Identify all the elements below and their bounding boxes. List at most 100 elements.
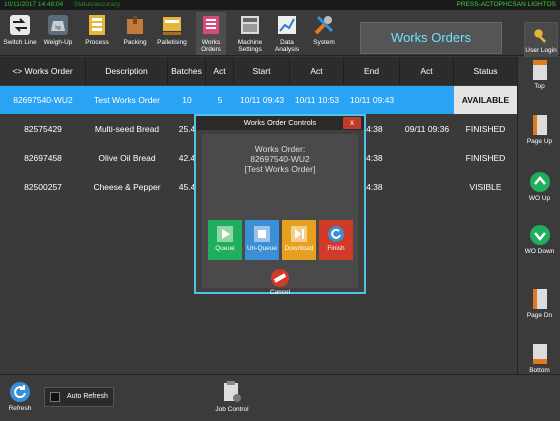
page-up-button[interactable]: Page Up xyxy=(518,114,560,145)
wo-down-label: WO Down xyxy=(524,248,555,255)
cell-description: Olive Oil Bread xyxy=(98,152,156,163)
palletising-button[interactable]: Palletising xyxy=(154,12,190,55)
cancel-button[interactable]: Cancel xyxy=(264,268,296,296)
switch-line-button[interactable]: Switch Line xyxy=(2,12,38,55)
key-icon xyxy=(534,29,547,43)
process-label: Process xyxy=(85,39,109,46)
works-orders-label: Works Orders xyxy=(201,39,221,53)
header-description[interactable]: Description xyxy=(86,57,168,85)
works-order-controls-dialog: Works Order Controls x Works Order: 8269… xyxy=(194,114,366,296)
cell-status: VISIBLE xyxy=(469,181,502,192)
system-button[interactable]: System xyxy=(306,12,342,55)
cell-order: 82697458 xyxy=(24,152,62,163)
works-orders-button[interactable]: Works Orders xyxy=(196,12,226,55)
cell-order: 82575429 xyxy=(24,123,62,134)
cancel-icon xyxy=(271,269,289,287)
document-icon xyxy=(532,344,547,364)
arrow-down-icon xyxy=(529,225,550,245)
main-toolbar: Switch Line kg Weigh-Up Process Packing … xyxy=(0,10,560,64)
process-icon xyxy=(85,13,109,37)
data-analysis-label: Data Analysis xyxy=(274,39,300,53)
download-button[interactable]: Download xyxy=(282,220,316,260)
header-act-start[interactable]: Act xyxy=(290,57,344,85)
bottom-label: Bottom xyxy=(529,367,550,374)
works-order-number: 82697540-WU2 xyxy=(250,154,310,164)
machine-settings-label: Machine Settings xyxy=(237,39,263,53)
page-icon xyxy=(532,115,547,135)
header-act[interactable]: Act xyxy=(206,57,234,85)
close-button[interactable]: x xyxy=(343,117,361,129)
status-strip: 10/11/2017 14:48:04 Status/accuracy PRES… xyxy=(0,0,560,10)
arrow-up-icon xyxy=(529,172,550,192)
header-start[interactable]: Start xyxy=(234,57,290,85)
header-batches[interactable]: Batches xyxy=(168,57,206,85)
page-title: Works Orders xyxy=(360,22,502,54)
cell-status: FINISHED xyxy=(465,152,506,163)
cell-order: 82697540-WU2 xyxy=(13,94,73,105)
cell-description: Test Works Order xyxy=(94,94,160,105)
table-row[interactable]: 82697540-WU2 Test Works Order 10 5 10/11… xyxy=(0,86,517,114)
line-status-text: PRESS-ACTOPHCSAN LIGHTOS xyxy=(456,1,556,8)
page-down-button[interactable]: Page Dn xyxy=(518,288,560,319)
auto-refresh-label: Auto Refresh xyxy=(67,393,108,400)
top-button[interactable]: Top xyxy=(518,59,560,90)
download-label: Download xyxy=(284,245,314,252)
pallet-icon xyxy=(160,13,184,37)
packing-button[interactable]: Packing xyxy=(118,12,152,55)
weigh-up-button[interactable]: kg Weigh-Up xyxy=(40,12,76,55)
side-navigation: Top Page Up WO Up WO Down Page Dn Bottom xyxy=(517,57,560,374)
app-window: 10/11/2017 14:48:04 Status/accuracy PRES… xyxy=(0,0,560,421)
queue-label: Queue xyxy=(215,245,235,252)
finish-button[interactable]: Finish xyxy=(319,220,353,260)
header-works-order[interactable]: <> Works Order xyxy=(0,57,86,85)
header-end[interactable]: End xyxy=(344,57,400,85)
page-up-label: Page Up xyxy=(526,138,553,145)
bottom-bar: Refresh Auto Refresh Job Control xyxy=(0,374,560,421)
queue-button[interactable]: Queue xyxy=(208,220,242,260)
works-order-caption: Works Order: xyxy=(254,144,306,154)
unqueue-button[interactable]: Un-Queue xyxy=(245,220,279,260)
bottom-button[interactable]: Bottom xyxy=(518,343,560,374)
refresh-button[interactable]: Refresh xyxy=(4,381,36,412)
switch-line-icon xyxy=(8,13,32,37)
job-control-label: Job Control xyxy=(215,406,249,413)
tools-icon xyxy=(312,13,336,37)
process-button[interactable]: Process xyxy=(80,12,114,55)
dialog-title: Works Order Controls xyxy=(196,116,364,130)
auto-refresh-checkbox[interactable] xyxy=(50,392,60,402)
stop-icon xyxy=(254,226,270,242)
job-control-button[interactable]: Job Control xyxy=(210,380,254,413)
wo-up-button[interactable]: WO Up xyxy=(518,171,560,202)
box-icon xyxy=(123,13,147,37)
data-analysis-button[interactable]: Data Analysis xyxy=(272,12,302,55)
cell-act-start: 10/11 10:53 xyxy=(294,94,340,105)
header-act-end[interactable]: Act xyxy=(400,57,454,85)
data-analysis-icon xyxy=(275,13,299,37)
wo-up-label: WO Up xyxy=(528,195,551,202)
scale-icon: kg xyxy=(46,13,70,37)
finish-label: Finish xyxy=(327,245,345,252)
page-down-label: Page Dn xyxy=(526,312,553,319)
wo-down-button[interactable]: WO Down xyxy=(518,224,560,255)
cell-status: AVAILABLE xyxy=(454,86,517,114)
cell-order: 82500257 xyxy=(24,181,62,192)
cell-act-end xyxy=(400,86,454,114)
cell-end: 10/11 09:43 xyxy=(349,94,395,105)
user-login-label: User Login xyxy=(525,47,557,54)
svg-text:kg: kg xyxy=(55,25,61,31)
document-icon xyxy=(532,60,547,80)
machine-settings-icon xyxy=(238,13,262,37)
header-status[interactable]: Status xyxy=(454,57,517,85)
skip-forward-icon xyxy=(291,226,307,242)
dialog-body: Works Order: 82697540-WU2 [Test Works Or… xyxy=(202,134,358,296)
clipboard-gear-icon xyxy=(224,381,241,402)
top-label: Top xyxy=(534,83,545,90)
switch-line-label: Switch Line xyxy=(3,39,37,46)
system-label: System xyxy=(313,39,335,46)
machine-settings-button[interactable]: Machine Settings xyxy=(232,12,268,55)
page-icon xyxy=(532,289,547,309)
auto-refresh-toggle[interactable]: Auto Refresh xyxy=(44,387,114,407)
refresh-icon xyxy=(10,382,30,402)
datetime-text: 10/11/2017 14:48:04 xyxy=(4,1,64,8)
refresh-icon xyxy=(328,226,344,242)
